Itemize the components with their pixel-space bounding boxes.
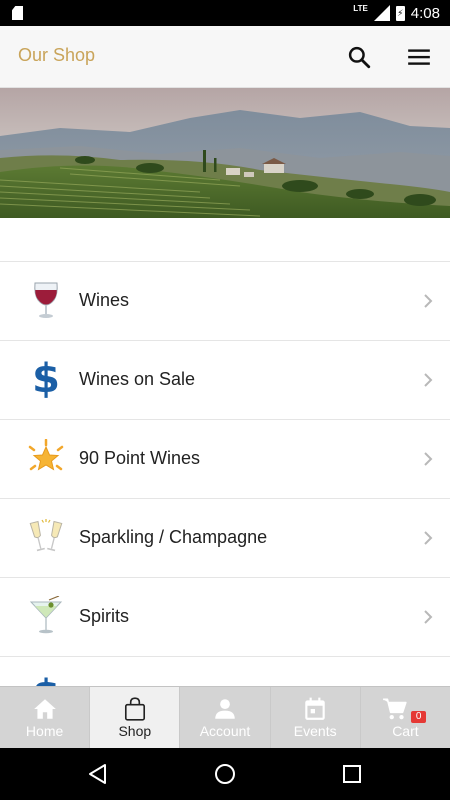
star-burst-icon [26, 438, 66, 478]
chevron-right-icon [424, 610, 433, 624]
status-bar: LTE ⚡ 4:08 [0, 0, 450, 26]
battery-icon: ⚡ [395, 5, 405, 21]
list-item-label: Wines [79, 290, 130, 310]
recents-icon[interactable] [341, 763, 363, 785]
champagne-glasses-icon [26, 517, 66, 557]
list-item-90-point-wines[interactable]: 90 Point Wines [0, 419, 450, 498]
signal-icon [373, 5, 390, 21]
back-icon[interactable] [87, 763, 109, 785]
nav-account[interactable]: Account [179, 687, 269, 748]
home-circle-icon[interactable] [214, 763, 236, 785]
bottom-navigation: Home Shop Account Events 0 Cart [0, 686, 450, 748]
sd-card-icon [12, 6, 23, 20]
wine-glass-icon [26, 280, 66, 320]
list-item-label: Wines on Sale [79, 369, 196, 389]
app-title: Our Shop [18, 45, 96, 65]
system-navigation-bar [0, 748, 450, 800]
network-type: LTE [353, 3, 368, 13]
nav-label: Home [25, 723, 64, 739]
hero-banner-image [0, 88, 450, 218]
person-icon [215, 699, 235, 719]
list-item-label: Spirits [79, 606, 130, 626]
shopping-bag-icon [124, 697, 145, 721]
chevron-right-icon [424, 373, 433, 387]
list-item-label: 90 Point Wines [79, 448, 201, 468]
cart-count-badge: 0 [410, 711, 427, 723]
cocktail-glass-icon [26, 596, 66, 636]
nav-shop[interactable]: Shop [89, 687, 180, 748]
nav-home[interactable]: Home [0, 687, 89, 748]
list-item-label: Sparkling / Champagne [79, 527, 268, 547]
screen: LTE ⚡ 4:08 Our Shop Wines $ Wines on Sal… [0, 0, 450, 800]
nav-cart[interactable]: 0 Cart [359, 687, 450, 748]
category-list: Wines $ Wines on Sale 90 Point Wines Spa… [0, 261, 450, 735]
search-icon[interactable] [346, 44, 372, 70]
nav-label: Cart [392, 723, 419, 739]
cart-icon [382, 698, 407, 720]
chevron-right-icon [424, 452, 433, 466]
dollar-sign-icon: $ [32, 356, 60, 402]
list-item-sparkling-champagne[interactable]: Sparkling / Champagne [0, 498, 450, 577]
home-icon [33, 699, 56, 719]
nav-label: Events [293, 723, 337, 739]
menu-icon[interactable] [406, 44, 432, 70]
list-item-spirits[interactable]: Spirits [0, 577, 450, 656]
chevron-right-icon [424, 294, 433, 308]
clock: 4:08 [410, 4, 440, 22]
app-bar: Our Shop [0, 26, 450, 88]
nav-label: Account [199, 723, 251, 739]
chevron-right-icon [424, 531, 433, 545]
list-item-wines-on-sale[interactable]: $ Wines on Sale [0, 340, 450, 419]
calendar-icon [305, 697, 325, 720]
nav-label: Shop [118, 723, 152, 739]
nav-events[interactable]: Events [269, 687, 360, 748]
list-item-wines[interactable]: Wines [0, 261, 450, 340]
